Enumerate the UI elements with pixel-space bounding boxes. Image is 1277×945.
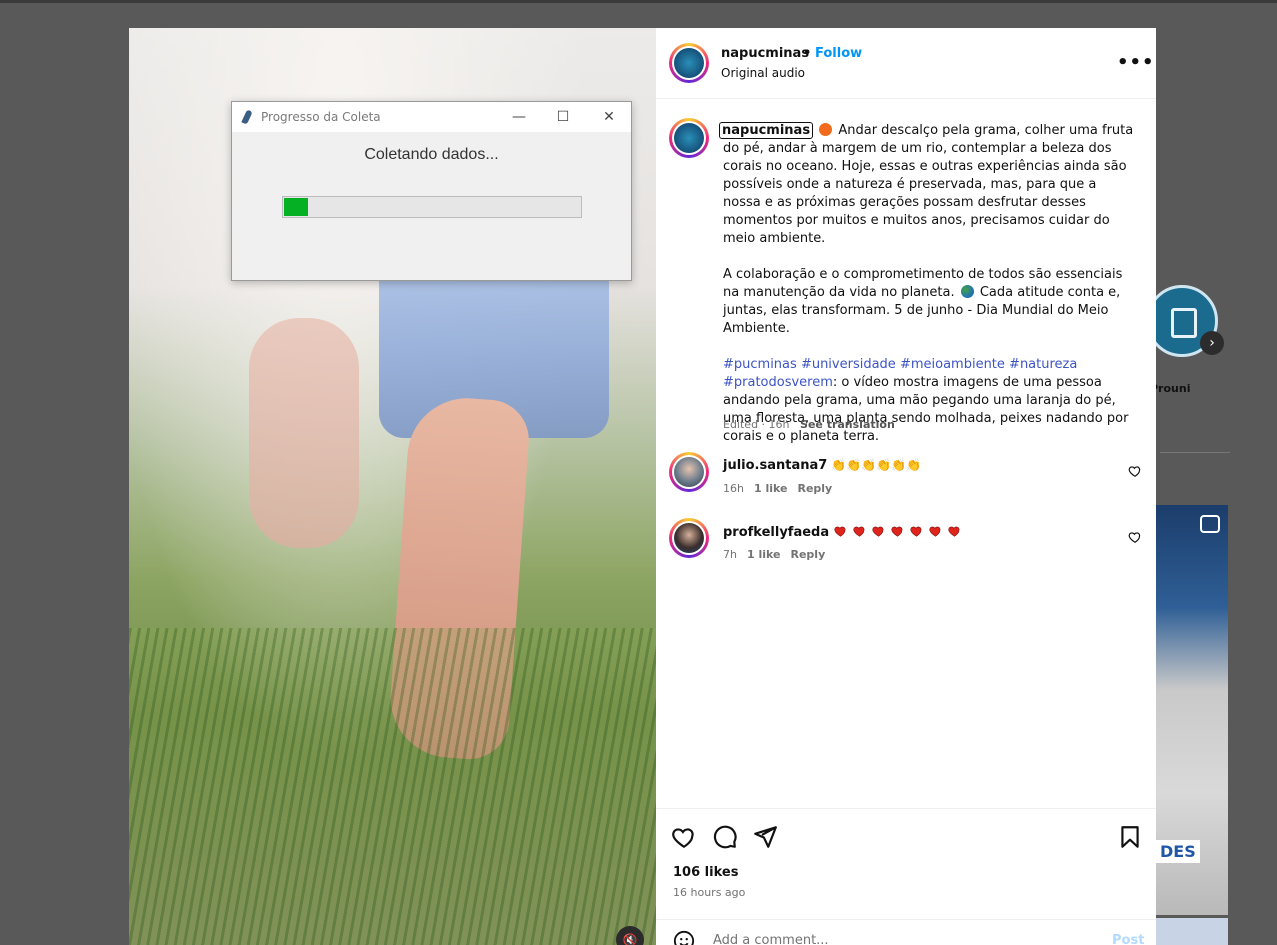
header-separator: • <box>803 46 812 61</box>
see-translation-button[interactable]: See translation <box>800 418 895 431</box>
audio-link[interactable]: Original audio <box>721 66 805 80</box>
comment-likes[interactable]: 1 like <box>754 482 788 495</box>
hashtag-link[interactable]: #meioambiente <box>900 357 1005 372</box>
dialog-message: Coletando dados... <box>364 146 499 163</box>
video-frame-grass <box>129 628 656 945</box>
caption-avatar[interactable] <box>669 118 709 158</box>
caption-username[interactable]: napucminas <box>719 122 814 139</box>
comment-username[interactable]: julio.santana7 <box>723 458 827 473</box>
caption-paragraph-2: A colaboração e o comprometimento de tod… <box>723 266 1135 338</box>
hashtag-link[interactable]: #pucminas <box>723 357 797 372</box>
comment-body <box>833 525 966 540</box>
comment-body: 👏👏👏👏👏👏 <box>831 458 921 472</box>
red-heart-icon <box>929 526 941 537</box>
progress-bar <box>282 196 582 218</box>
emoji-icon[interactable] <box>673 930 695 945</box>
likes-count[interactable]: 106 likes <box>673 865 738 880</box>
comment-time: 16h <box>723 482 744 495</box>
caption-text-1: Andar descalço pela grama, colher uma fr… <box>723 123 1134 246</box>
next-highlight-button[interactable]: › <box>1200 331 1224 355</box>
post-actions: 106 likes 16 hours ago Add a comment... … <box>656 808 1156 945</box>
caption-paragraph-3: #pucminas #universidade #meioambiente #n… <box>723 356 1135 446</box>
post-timestamp: 16 hours ago <box>673 886 746 899</box>
caption-paragraph-1: napucminas Andar descalço pela grama, co… <box>719 122 1135 248</box>
comment-time: 7h <box>723 548 737 561</box>
add-comment-input[interactable]: Add a comment... <box>713 933 829 945</box>
background-divider <box>1160 452 1230 453</box>
comment-meta: 16h 1 like Reply <box>723 482 842 495</box>
reel-icon <box>1200 515 1220 533</box>
notebook-icon <box>1171 308 1197 338</box>
comment-item: profkellyfaeda 7h 1 like Reply <box>656 524 1156 574</box>
reply-button[interactable]: Reply <box>791 548 826 561</box>
add-comment-bar: Add a comment... Post <box>656 919 1156 945</box>
follow-button[interactable]: Follow <box>815 46 862 61</box>
comment-likes[interactable]: 1 like <box>747 548 781 561</box>
like-comment-icon[interactable] <box>1128 464 1142 478</box>
red-heart-icon <box>910 526 922 537</box>
background-reel-thumbnail[interactable]: DES <box>1156 505 1228 915</box>
orange-icon <box>819 123 833 136</box>
more-options-icon[interactable]: ••• <box>1117 52 1155 73</box>
edited-label: Edited · 16h <box>723 418 790 431</box>
post-header: napucminas • Follow Original audio ••• <box>656 28 1156 99</box>
post-info-panel: napucminas • Follow Original audio ••• n… <box>656 28 1156 945</box>
comment-username[interactable]: profkellyfaeda <box>723 525 829 540</box>
story-highlight-label: Prouni <box>1150 382 1191 395</box>
author-username[interactable]: napucminas <box>721 46 809 61</box>
minimize-button[interactable]: — <box>504 106 534 128</box>
comment-text: julio.santana7 👏👏👏👏👏👏 <box>723 458 921 473</box>
video-frame-leg-back <box>249 318 359 548</box>
progress-bar-fill <box>284 198 308 216</box>
hashtag-link[interactable]: #natureza <box>1009 357 1077 372</box>
background-thumbnail-next[interactable] <box>1156 918 1228 945</box>
post-caption: napucminas Andar descalço pela grama, co… <box>719 122 1135 446</box>
red-heart-icon <box>872 526 884 537</box>
post-comment-button[interactable]: Post <box>1112 933 1144 945</box>
progress-dialog: Progresso da Coleta — ☐ ✕ Coletando dado… <box>231 101 632 281</box>
comment-meta: 7h 1 like Reply <box>723 548 835 561</box>
save-icon[interactable] <box>1117 824 1143 850</box>
hashtag-link[interactable]: #pratodosverem <box>723 375 833 390</box>
browser-top-edge <box>0 0 1277 3</box>
globe-icon <box>960 285 974 298</box>
share-icon[interactable] <box>752 824 778 850</box>
comment-item: julio.santana7 👏👏👏👏👏👏 16h 1 like Reply <box>656 458 1156 508</box>
post-video[interactable]: 🔇 Progresso da Coleta — ☐ ✕ Coletando da… <box>129 28 656 945</box>
close-button[interactable]: ✕ <box>594 106 624 128</box>
reply-button[interactable]: Reply <box>797 482 832 495</box>
red-heart-icon <box>834 526 846 537</box>
caption-meta: Edited · 16h See translation <box>723 418 895 431</box>
post-modal: 🔇 Progresso da Coleta — ☐ ✕ Coletando da… <box>129 28 1156 945</box>
red-heart-icon <box>948 526 960 537</box>
comment-icon[interactable] <box>712 824 738 850</box>
red-heart-icon <box>853 526 865 537</box>
author-avatar[interactable] <box>669 43 709 83</box>
maximize-button[interactable]: ☐ <box>548 106 578 128</box>
comment-text: profkellyfaeda <box>723 524 966 540</box>
dialog-titlebar[interactable]: Progresso da Coleta — ☐ ✕ <box>232 102 631 132</box>
thumbnail-badge-text: DES <box>1156 840 1200 863</box>
dialog-title: Progresso da Coleta <box>261 110 381 124</box>
feather-icon <box>241 109 253 125</box>
like-comment-icon[interactable] <box>1128 530 1142 544</box>
hashtag-link[interactable]: #universidade <box>801 357 896 372</box>
red-heart-icon <box>891 526 903 537</box>
like-icon[interactable] <box>671 824 697 850</box>
